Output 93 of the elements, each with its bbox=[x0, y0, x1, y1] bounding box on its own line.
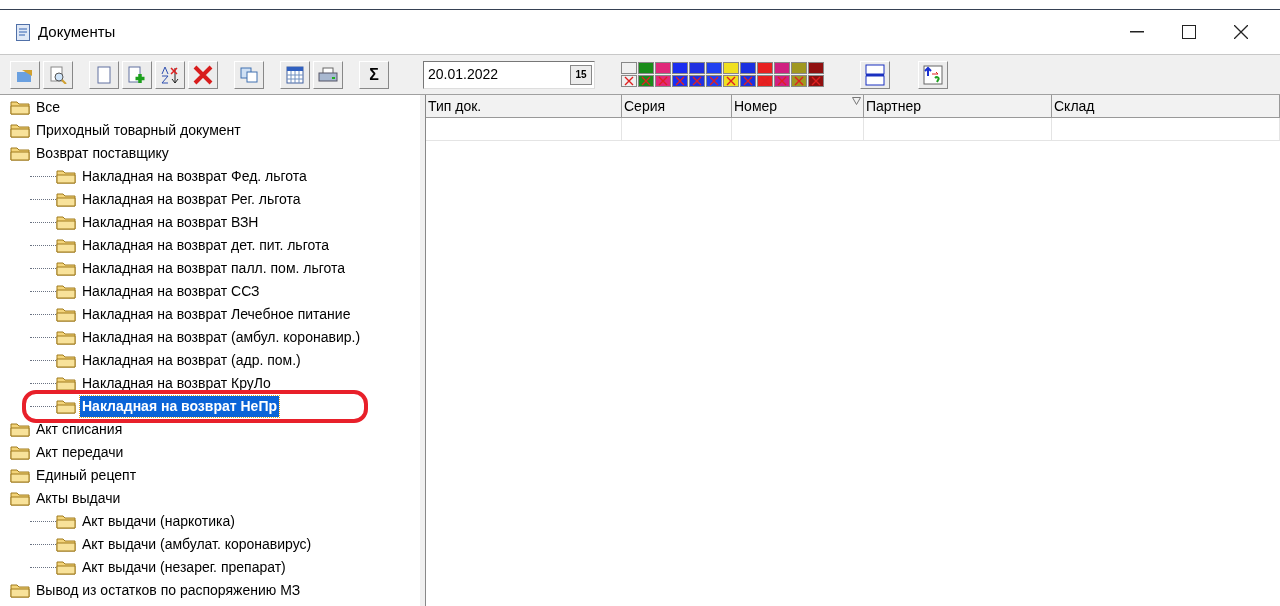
filter-icon[interactable] bbox=[740, 75, 756, 87]
folder-icon bbox=[56, 537, 76, 552]
column-header[interactable]: Партнер bbox=[864, 95, 1052, 118]
magnifier-icon bbox=[49, 65, 67, 84]
cross-icon bbox=[193, 64, 213, 85]
tree-item[interactable]: Все bbox=[34, 97, 63, 118]
column-header[interactable]: Тип док. bbox=[426, 95, 622, 118]
tree-item[interactable]: Накладная на возврат КруЛо bbox=[80, 373, 273, 394]
filter-icon[interactable] bbox=[621, 62, 637, 74]
sort-button[interactable] bbox=[155, 60, 185, 89]
date-range-icon bbox=[864, 63, 886, 86]
folder-icon bbox=[56, 261, 76, 276]
folder-icon bbox=[56, 330, 76, 345]
page-icon bbox=[97, 65, 111, 84]
folder-icon bbox=[56, 238, 76, 253]
date-field[interactable]: 20.01.2022 15 bbox=[423, 60, 595, 89]
filter-icon[interactable] bbox=[638, 75, 654, 87]
tree-item[interactable]: Акт выдачи (наркотика) bbox=[80, 511, 237, 532]
filter-icon[interactable] bbox=[723, 62, 739, 74]
folder-icon bbox=[56, 169, 76, 184]
folder-icon bbox=[10, 146, 30, 161]
filter-icon[interactable] bbox=[621, 75, 637, 87]
tree-item[interactable]: Накладная на возврат Фед. льгота bbox=[80, 166, 309, 187]
filter-icon[interactable] bbox=[740, 62, 756, 74]
folder-icon bbox=[56, 376, 76, 391]
tree-item[interactable]: Акт передачи bbox=[34, 442, 126, 463]
tree-item[interactable]: Накладная на возврат Рег. льгота bbox=[80, 189, 303, 210]
filter-icon[interactable] bbox=[689, 75, 705, 87]
folder-icon bbox=[10, 491, 30, 506]
column-header[interactable]: Номер bbox=[732, 95, 864, 118]
copy-button[interactable] bbox=[234, 60, 264, 89]
tree-item[interactable]: Накладная на возврат (амбул. коронавир.) bbox=[80, 327, 363, 348]
folder-icon bbox=[56, 284, 76, 299]
sum-button[interactable]: Σ bbox=[359, 60, 389, 89]
folder-icon bbox=[10, 583, 30, 598]
tree-item[interactable]: Акт списания bbox=[34, 419, 125, 440]
folder-icon bbox=[56, 192, 76, 207]
column-header[interactable]: Склад bbox=[1052, 95, 1280, 118]
preview-button[interactable] bbox=[43, 60, 73, 89]
exchange-button[interactable] bbox=[918, 60, 948, 89]
tree-item[interactable]: Возврат поставщику bbox=[34, 143, 171, 164]
calendar-dropdown[interactable]: 15 bbox=[570, 64, 592, 85]
tree-item[interactable]: Акт выдачи (незарег. препарат) bbox=[80, 557, 288, 578]
minimize-icon[interactable] bbox=[1130, 31, 1144, 33]
filter-icon[interactable] bbox=[706, 75, 722, 87]
folder-icon bbox=[10, 100, 30, 115]
filter-icon[interactable] bbox=[706, 62, 722, 74]
filter-icon[interactable] bbox=[808, 62, 824, 74]
folder-icon bbox=[10, 123, 30, 138]
sort-icon bbox=[160, 65, 180, 84]
new-button[interactable] bbox=[89, 60, 119, 89]
window-title: Документы bbox=[38, 21, 116, 42]
filter-icon[interactable] bbox=[808, 75, 824, 87]
filter-icon[interactable] bbox=[672, 75, 688, 87]
tree-item[interactable]: Накладная на возврат НеПр bbox=[80, 396, 280, 417]
printer-icon bbox=[318, 66, 338, 83]
tree-item[interactable]: Акты выдачи bbox=[34, 488, 123, 509]
calendar-button[interactable] bbox=[280, 60, 310, 89]
tree-item[interactable]: Акт выдачи (амбулат. коронавирус) bbox=[80, 534, 314, 555]
tree-item[interactable]: Единый рецепт bbox=[34, 465, 139, 486]
tree-item[interactable]: Приходный товарный документ bbox=[34, 120, 243, 141]
folder-icon bbox=[56, 514, 76, 529]
tree-item[interactable]: Накладная на возврат ССЗ bbox=[80, 281, 262, 302]
document-icon bbox=[16, 23, 30, 41]
tree-item[interactable]: Накладная на возврат (адр. пом.) bbox=[80, 350, 303, 371]
folder-icon bbox=[56, 560, 76, 575]
filter-icon[interactable] bbox=[672, 62, 688, 74]
page-plus-icon bbox=[128, 65, 146, 84]
tree-item[interactable]: Накладная на возврат ВЗН bbox=[80, 212, 261, 233]
arrows-question-icon bbox=[922, 63, 944, 86]
tree-item[interactable]: Накладная на возврат Лечебное питание bbox=[80, 304, 353, 325]
folder-icon bbox=[56, 215, 76, 230]
calendar-icon bbox=[286, 65, 304, 84]
folder-icon bbox=[10, 445, 30, 460]
folder-icon bbox=[10, 468, 30, 483]
close-icon[interactable] bbox=[1234, 25, 1248, 39]
folder-icon bbox=[56, 353, 76, 368]
folder-icon bbox=[10, 422, 30, 437]
folder-icon bbox=[56, 399, 76, 414]
print-button[interactable] bbox=[313, 60, 343, 89]
column-header[interactable]: Серия bbox=[622, 95, 732, 118]
copy-icon bbox=[240, 66, 258, 83]
period-button[interactable] bbox=[860, 60, 890, 89]
tree-item[interactable]: Накладная на возврат палл. пом. льгота bbox=[80, 258, 348, 279]
tree-item[interactable]: Накладная на возврат дет. пит. льгота bbox=[80, 235, 331, 256]
filter-icon[interactable] bbox=[723, 75, 739, 87]
tree-item[interactable]: Вывод из остатков по распоряжению МЗ bbox=[34, 580, 303, 601]
folder-icon bbox=[56, 307, 76, 322]
maximize-icon[interactable] bbox=[1182, 25, 1196, 39]
properties-button[interactable] bbox=[10, 60, 40, 89]
add-button[interactable] bbox=[122, 60, 152, 89]
delete-button[interactable] bbox=[188, 60, 218, 89]
filter-icon[interactable] bbox=[689, 62, 705, 74]
